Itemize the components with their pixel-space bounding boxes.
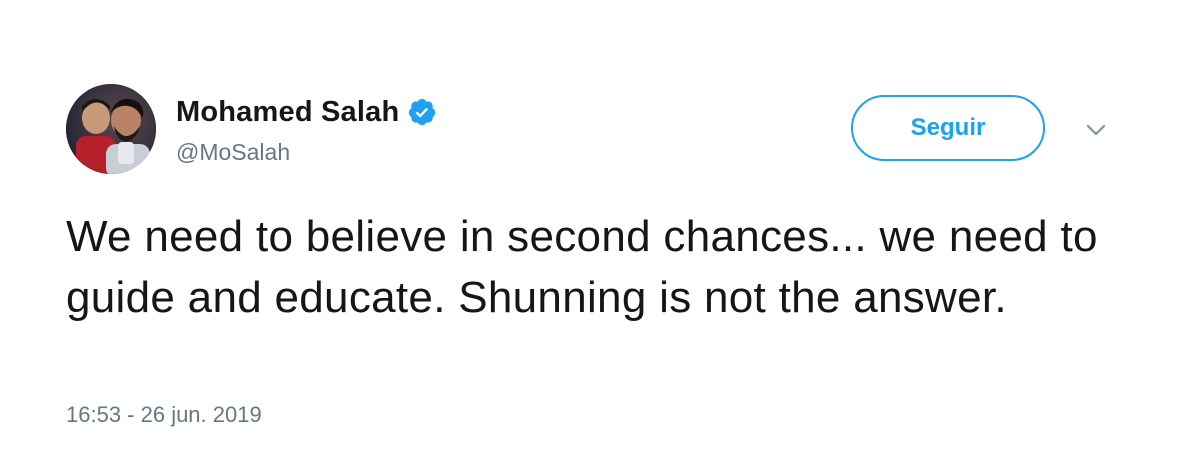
tweet-timestamp[interactable]: 16:53 - 26 jun. 2019 [66, 402, 262, 428]
tweet-text: We need to believe in second chances... … [66, 212, 1098, 322]
tweet-card: Mohamed Salah @MoSalah Seguir We need to… [0, 0, 1200, 452]
avatar[interactable] [66, 84, 156, 174]
follow-button[interactable]: Seguir [851, 95, 1045, 161]
user-handle[interactable]: @MoSalah [176, 139, 290, 166]
user-name-row: Mohamed Salah [176, 94, 437, 130]
avatar-photo [66, 84, 156, 174]
chevron-down-icon[interactable] [1084, 122, 1108, 138]
user-name[interactable]: Mohamed Salah [176, 96, 399, 129]
verified-badge-icon [409, 98, 436, 126]
